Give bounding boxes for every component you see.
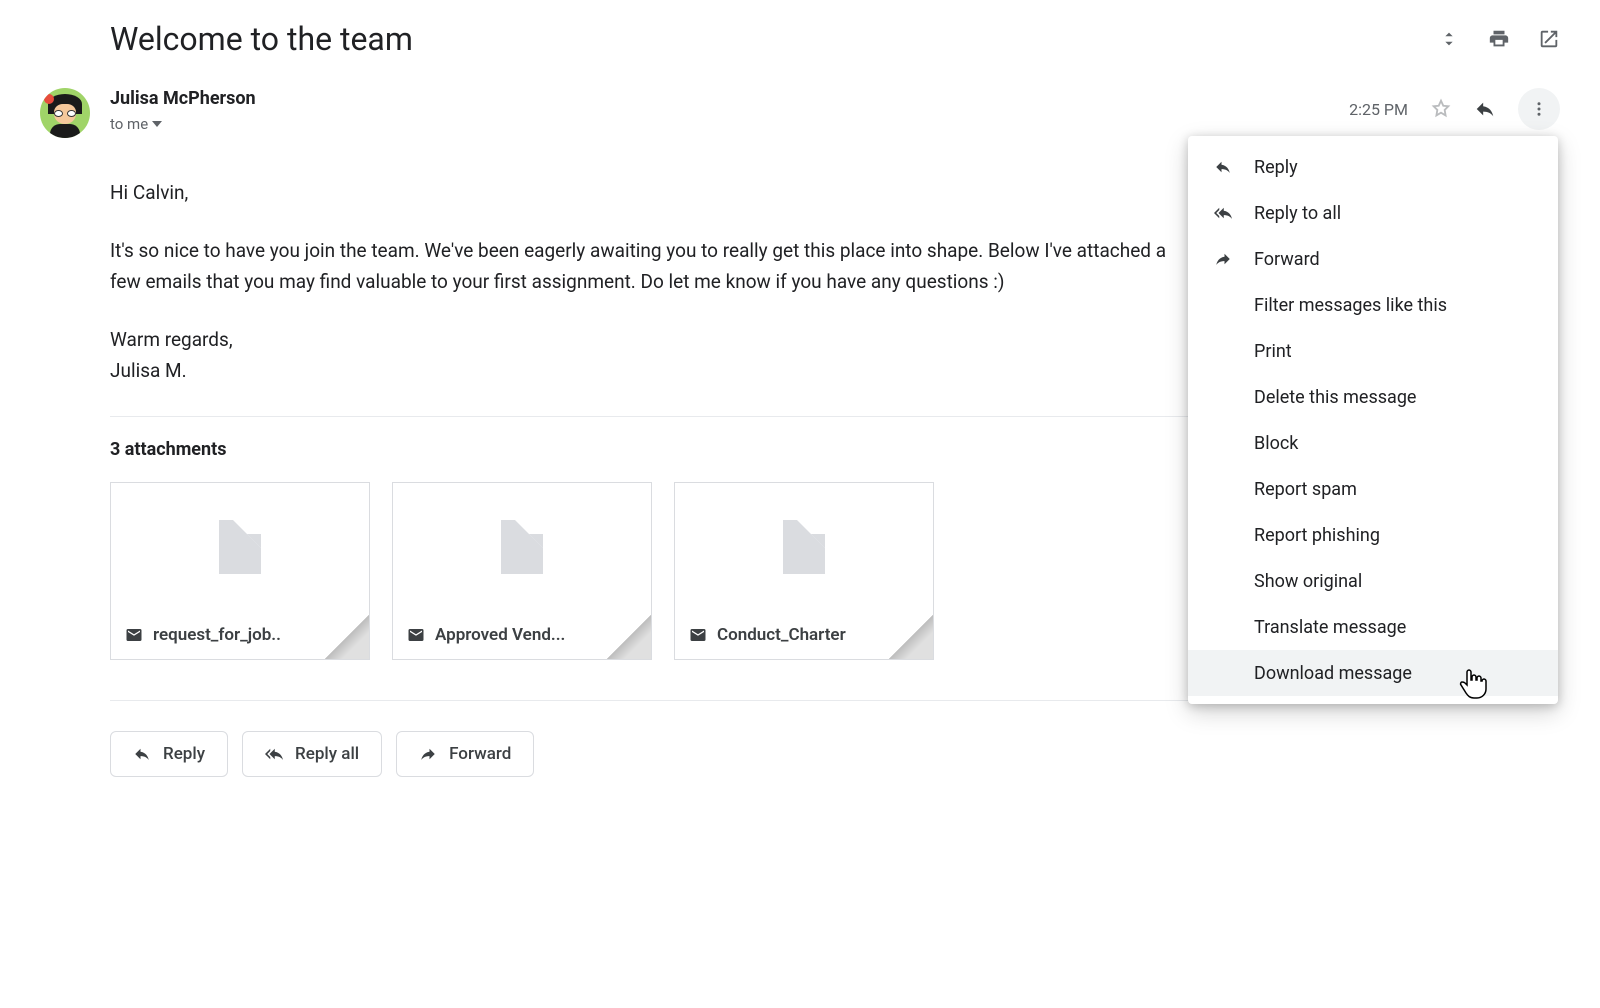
menu-item-block[interactable]: Block (1188, 420, 1558, 466)
open-new-window-icon[interactable] (1538, 28, 1560, 50)
file-icon (783, 520, 825, 574)
chevron-down-icon (152, 121, 162, 127)
attachment-label: Conduct_Charter (717, 625, 846, 645)
menu-label: Download message (1254, 663, 1412, 684)
body-signoff-2: Julisa M. (110, 359, 187, 382)
menu-label: Reply (1254, 157, 1298, 178)
fold-corner-icon (607, 615, 651, 659)
more-options-menu: Reply Reply to all Forward Filter messag… (1188, 136, 1558, 704)
reply-all-icon (1210, 204, 1236, 222)
menu-item-print[interactable]: Print (1188, 328, 1558, 374)
star-icon[interactable] (1430, 98, 1452, 120)
body-signoff-1: Warm regards, (110, 328, 233, 351)
sender-name: Julisa McPherson (110, 88, 1329, 109)
reply-label: Reply (163, 744, 205, 764)
file-icon (219, 520, 261, 574)
email-subject: Welcome to the team (110, 20, 413, 58)
menu-label: Report spam (1254, 479, 1357, 500)
fold-corner-icon (889, 615, 933, 659)
reply-button[interactable]: Reply (110, 731, 228, 777)
menu-item-reply[interactable]: Reply (1188, 144, 1558, 190)
reply-icon (133, 745, 151, 763)
attachment-card[interactable]: request_for_job.. (110, 482, 370, 660)
menu-item-translate[interactable]: Translate message (1188, 604, 1558, 650)
menu-label: Forward (1254, 249, 1320, 270)
mail-icon (689, 626, 707, 644)
menu-item-download[interactable]: Download message (1188, 650, 1558, 696)
menu-label: Report phishing (1254, 525, 1380, 546)
menu-label: Reply to all (1254, 203, 1341, 224)
reply-icon (1210, 158, 1236, 176)
forward-button[interactable]: Forward (396, 731, 534, 777)
attachment-label: request_for_job.. (153, 625, 281, 645)
recipient-line[interactable]: to me (110, 115, 1329, 133)
attachment-label: Approved Vend... (435, 625, 565, 645)
attachment-card[interactable]: Approved Vend... (392, 482, 652, 660)
menu-label: Print (1254, 341, 1292, 362)
menu-label: Filter messages like this (1254, 295, 1447, 316)
menu-label: Block (1254, 433, 1298, 454)
menu-item-reply-all[interactable]: Reply to all (1188, 190, 1558, 236)
body-greeting: Hi Calvin, (110, 178, 1200, 208)
menu-item-report-phishing[interactable]: Report phishing (1188, 512, 1558, 558)
more-options-button[interactable] (1518, 88, 1560, 130)
menu-label: Translate message (1254, 617, 1406, 638)
recipient-text: to me (110, 115, 148, 133)
menu-item-forward[interactable]: Forward (1188, 236, 1558, 282)
fold-corner-icon (325, 615, 369, 659)
menu-label: Show original (1254, 571, 1362, 592)
expand-collapse-icon[interactable] (1438, 28, 1460, 50)
mail-icon (125, 626, 143, 644)
forward-label: Forward (449, 744, 511, 764)
menu-item-report-spam[interactable]: Report spam (1188, 466, 1558, 512)
reply-all-button[interactable]: Reply all (242, 731, 382, 777)
menu-item-delete[interactable]: Delete this message (1188, 374, 1558, 420)
forward-icon (419, 745, 437, 763)
timestamp: 2:25 PM (1349, 100, 1408, 119)
menu-label: Delete this message (1254, 387, 1416, 408)
menu-item-show-original[interactable]: Show original (1188, 558, 1558, 604)
print-icon[interactable] (1488, 28, 1510, 50)
reply-icon[interactable] (1474, 98, 1496, 120)
file-icon (501, 520, 543, 574)
body-paragraph: It's so nice to have you join the team. … (110, 236, 1200, 297)
menu-item-filter[interactable]: Filter messages like this (1188, 282, 1558, 328)
forward-icon (1210, 250, 1236, 268)
reply-all-icon (265, 745, 283, 763)
reply-all-label: Reply all (295, 744, 359, 764)
mail-icon (407, 626, 425, 644)
avatar (40, 88, 90, 138)
attachment-card[interactable]: Conduct_Charter (674, 482, 934, 660)
